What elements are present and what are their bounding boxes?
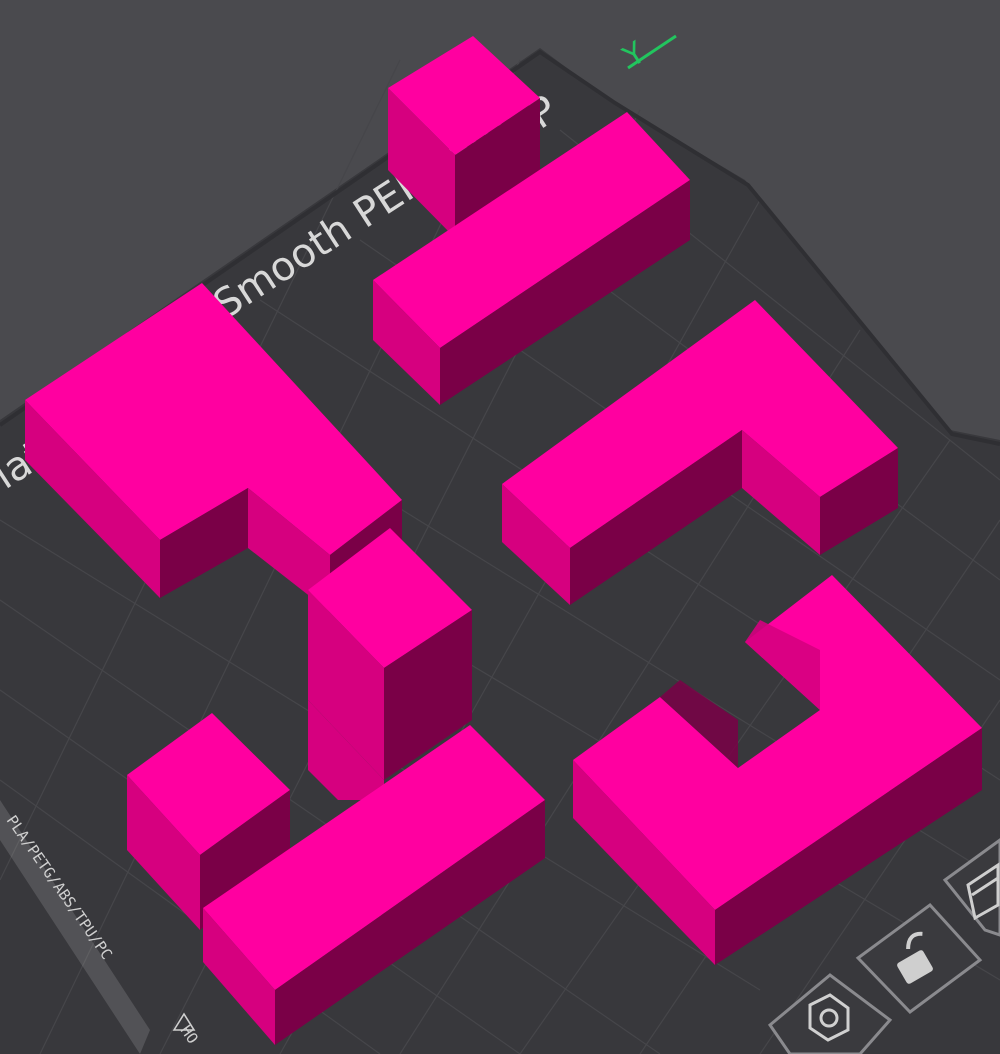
y-axis-indicator: Y [616,34,677,75]
3d-viewport[interactable]: Smooth PEI Plate P late Y PLA/PETG/ABS/T… [0,0,1000,1054]
build-plate-scene[interactable]: Smooth PEI Plate P late Y PLA/PETG/ABS/T… [0,0,1000,1054]
